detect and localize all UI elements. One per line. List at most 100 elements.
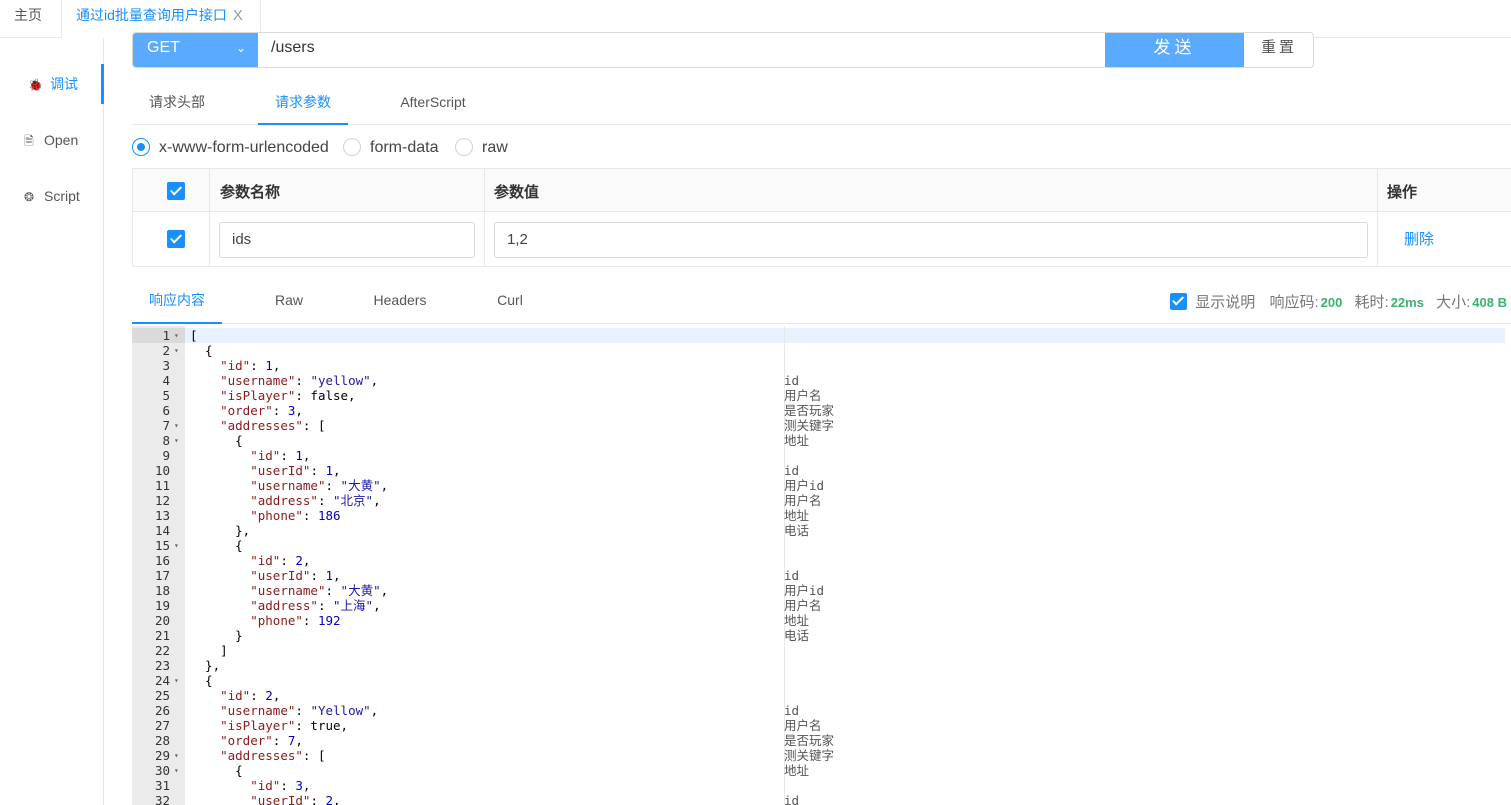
line-number: 26 [154, 703, 170, 718]
code-line: "username": "Yellow", [220, 703, 379, 718]
radio-raw[interactable]: raw [455, 137, 508, 159]
url-input[interactable]: /users [259, 33, 1105, 67]
line-number: 7 [162, 418, 170, 433]
line-number: 4 [162, 373, 170, 388]
line-number: 9 [162, 448, 170, 463]
sidebar-item-label: Script [44, 188, 80, 204]
line-number: 20 [154, 613, 170, 628]
radio-label: form-data [370, 139, 439, 156]
field-description: 地址 [784, 433, 810, 448]
table-row: ids 1,2 删除 [133, 212, 1511, 267]
line-number: 25 [154, 688, 170, 703]
code-line: { [190, 433, 243, 448]
code-line: ] [190, 643, 228, 658]
tab-home[interactable]: 主页 [0, 0, 62, 38]
close-icon[interactable]: X [233, 7, 243, 24]
sidebar-item-open[interactable]: 🗎 Open [0, 120, 104, 160]
status-code-value: 200 [1320, 295, 1343, 310]
column-divider [1377, 169, 1378, 267]
method-value: GET [147, 39, 180, 56]
radio-dot [343, 138, 361, 156]
line-number: 3 [162, 358, 170, 373]
field-description: 用户名 [784, 598, 822, 613]
tab-request-params[interactable]: 请求参数 [258, 84, 348, 125]
line-number: 8 [162, 433, 170, 448]
code-line: "id": 1, [220, 358, 281, 373]
elapsed-value: 22ms [1390, 295, 1424, 310]
method-select[interactable]: GET ⌄ [133, 33, 258, 67]
active-line-highlight [132, 328, 1505, 343]
code-line: "phone": 186 [250, 508, 341, 523]
param-name-input[interactable]: ids [219, 222, 475, 258]
code-line: "userId": 1, [250, 463, 341, 478]
fold-toggle-icon[interactable]: ▾ [174, 328, 182, 343]
field-description: id [784, 373, 800, 388]
size-label: 大小: [1436, 294, 1471, 311]
field-description: 是否玩家 [784, 403, 835, 418]
line-number: 28 [154, 733, 170, 748]
reset-button[interactable]: 重置 [1244, 33, 1313, 67]
radio-label: x-www-form-urlencoded [159, 139, 329, 156]
line-number: 5 [162, 388, 170, 403]
param-value-input[interactable]: 1,2 [494, 222, 1368, 258]
fold-toggle-icon[interactable]: ▾ [174, 343, 182, 358]
response-code-editor[interactable]: 1 ▾ [2 ▾ {3 "id": 1, id 4 "username": "yellow… [132, 326, 1511, 805]
delete-link[interactable]: 删除 [1404, 228, 1434, 249]
send-button[interactable]: 发送 [1105, 33, 1244, 67]
sidebar-item-script[interactable]: ❂ Script [0, 176, 104, 216]
code-line: "address": "北京", [250, 493, 381, 508]
line-number: 11 [154, 478, 170, 493]
tab-response-headers[interactable]: Headers [364, 282, 436, 324]
line-number: 13 [154, 508, 170, 523]
fold-toggle-icon[interactable]: ▾ [174, 763, 182, 778]
radio-x-www-form-urlencoded[interactable]: x-www-form-urlencoded [132, 137, 329, 159]
code-line: "addresses": [ [220, 748, 326, 763]
tab-response-curl[interactable]: Curl [482, 282, 538, 324]
fold-toggle-icon[interactable]: ▾ [174, 673, 182, 688]
radio-label: raw [482, 139, 508, 156]
request-url-bar: GET ⌄ /users 发送 重置 [132, 32, 1314, 68]
code-line: } [190, 628, 243, 643]
column-divider [484, 169, 485, 267]
tab-response-content[interactable]: 响应内容 [132, 282, 222, 324]
field-description: 测关键字 [784, 418, 835, 433]
code-line: }, [190, 658, 221, 673]
tab-request-headers[interactable]: 请求头部 [132, 84, 222, 125]
sidebar-item-debug[interactable]: 🐞 调试 [0, 64, 104, 104]
radio-form-data[interactable]: form-data [343, 137, 438, 159]
line-number: 21 [154, 628, 170, 643]
code-line: "isPlayer": false, [220, 388, 356, 403]
line-number: 24 [154, 673, 170, 688]
chevron-down-icon: ⌄ [235, 41, 246, 55]
radio-dot [132, 138, 150, 156]
sidebar: 🐞 调试 🗎 Open ❂ Script [0, 38, 104, 805]
field-description: 测关键字 [784, 748, 835, 763]
show-description-checkbox[interactable] [1170, 293, 1188, 310]
row-checkbox[interactable] [167, 230, 185, 248]
code-line: "username": "yellow", [220, 373, 379, 388]
status-code-label: 响应码: [1269, 294, 1319, 311]
fold-toggle-icon[interactable]: ▾ [174, 418, 182, 433]
fold-toggle-icon[interactable]: ▾ [174, 538, 182, 553]
fold-toggle-icon[interactable]: ▾ [174, 433, 182, 448]
request-tabs: 请求头部 请求参数 AfterScript [132, 84, 1511, 125]
code-line: "userId": 1, [250, 568, 341, 583]
select-all-checkbox[interactable] [167, 182, 185, 200]
line-number: 22 [154, 643, 170, 658]
line-number: 15 [154, 538, 170, 553]
sidebar-item-label: 调试 [50, 76, 78, 92]
code-line: "username": "大黄", [250, 583, 389, 598]
code-line: "id": 1, [250, 448, 311, 463]
code-line: "phone": 192 [250, 613, 341, 628]
response-tabs: 响应内容 Raw Headers Curl 显示说明 响应码: 200 耗时: 22… [132, 282, 1511, 324]
line-number: 18 [154, 583, 170, 598]
field-description: 地址 [784, 763, 810, 778]
field-description: id [784, 793, 800, 805]
fold-toggle-icon[interactable]: ▾ [174, 748, 182, 763]
sidebar-item-label: Open [44, 132, 79, 148]
code-line: { [190, 343, 213, 358]
code-line: "address": "上海", [250, 598, 381, 613]
tab-afterscript[interactable]: AfterScript [388, 84, 478, 125]
tab-response-raw[interactable]: Raw [258, 282, 320, 324]
line-number: 10 [154, 463, 170, 478]
